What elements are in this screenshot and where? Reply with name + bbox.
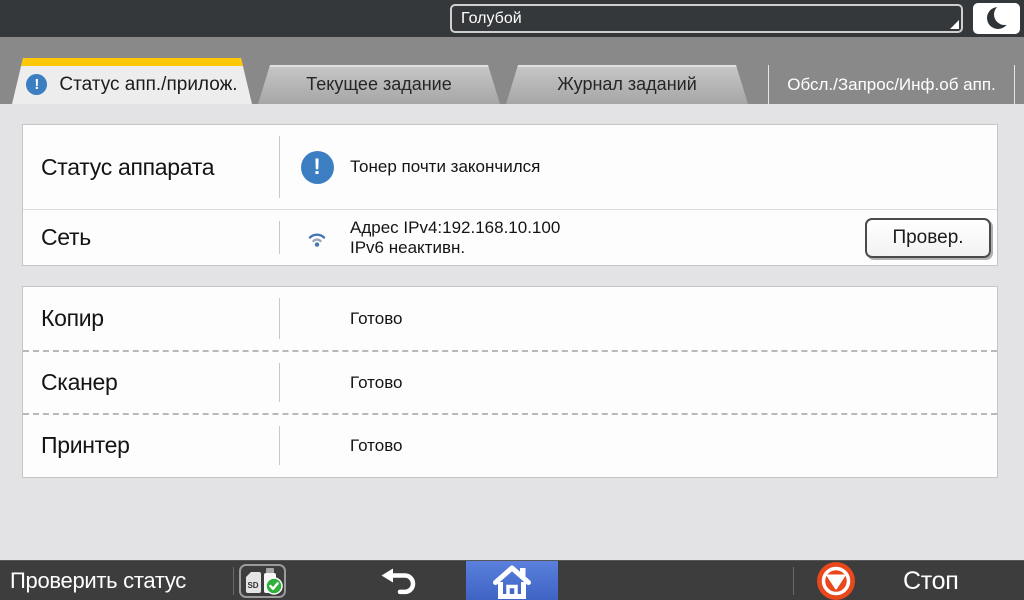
machine-status-label: Статус аппарата: [41, 153, 215, 180]
maintenance-inquiry-link[interactable]: Обсл./Запрос/Инф.об апп.: [768, 65, 1015, 104]
app-row-scanner: Сканер Готово: [23, 350, 997, 413]
wifi-icon: [308, 232, 326, 247]
app-label: Принтер: [41, 432, 130, 458]
divider: [279, 363, 280, 402]
stop-icon: [817, 562, 855, 600]
divider: [279, 136, 280, 198]
check-status-button[interactable]: Проверить статус: [10, 561, 186, 600]
back-arrow-icon: [381, 568, 416, 595]
tab-machine-status[interactable]: ! Статус апп./прилож.: [12, 58, 252, 104]
maintenance-inquiry-label: Обсл./Запрос/Инф.об апп.: [787, 74, 996, 94]
apps-status-panel: Копир Готово Сканер Готово Принтер Готов…: [22, 286, 998, 478]
app-row-copier: Копир Готово: [23, 287, 997, 350]
home-icon: [493, 565, 531, 599]
network-check-button[interactable]: Провер.: [865, 217, 991, 258]
app-row-printer: Принтер Готово: [23, 413, 997, 476]
sd-usb-status-icon: SD: [245, 568, 283, 595]
svg-text:SD: SD: [247, 581, 258, 590]
tab-bar: ! Статус апп./прилож. Текущее задание Жу…: [0, 37, 1024, 104]
energy-saver-button[interactable]: [973, 3, 1020, 34]
app-label: Копир: [41, 305, 104, 331]
app-label: Сканер: [41, 369, 118, 395]
home-button[interactable]: [466, 561, 558, 600]
alert-icon: !: [26, 74, 48, 95]
machine-status-panel: Статус аппарата ! Тонер почти закончился…: [22, 124, 998, 266]
tab-label: Статус апп./прилож.: [59, 73, 238, 95]
divider: [279, 221, 280, 254]
network-row: Сеть Адрес IPv4:192.168.10.100 IPv6 неак…: [23, 209, 997, 265]
machine-status-row: Статус аппарата ! Тонер почти закончился: [23, 125, 997, 209]
toner-alert-icon: !: [300, 150, 334, 184]
ipv4-address: Адрес IPv4:192.168.10.100: [350, 217, 561, 237]
separator: [793, 567, 794, 595]
machine-status-value: Тонер почти закончился: [350, 157, 541, 176]
tab-job-log[interactable]: Журнал заданий: [506, 65, 748, 104]
printer-touchscreen: Голубой ! Статус апп./прилож. Текущее за…: [0, 0, 1024, 600]
stop-label: Стоп: [903, 566, 959, 595]
media-status-button[interactable]: SD: [239, 564, 286, 598]
dropdown-corner-icon: [950, 20, 959, 29]
tab-label: Журнал заданий: [557, 74, 697, 94]
moon-icon: [987, 4, 1015, 29]
ipv6-status: IPv6 неактивн.: [350, 237, 466, 257]
bottom-bar: Проверить статус SD Стоп: [0, 560, 1024, 600]
network-value: Адрес IPv4:192.168.10.100 IPv6 неактивн.: [350, 218, 560, 258]
separator: [233, 567, 234, 595]
stop-button[interactable]: [815, 561, 857, 600]
divider: [279, 426, 280, 465]
back-button[interactable]: [376, 564, 422, 598]
screen-color-value: Голубой: [461, 9, 522, 27]
network-label: Сеть: [41, 224, 91, 250]
app-status: Готово: [350, 308, 403, 328]
tab-label: Текущее задание: [306, 74, 452, 94]
app-status: Готово: [350, 372, 403, 392]
tab-current-job[interactable]: Текущее задание: [258, 65, 500, 104]
screen-color-select[interactable]: Голубой: [450, 4, 963, 33]
divider: [279, 298, 280, 339]
top-bar: Голубой: [0, 0, 1024, 37]
app-status: Готово: [350, 435, 403, 455]
